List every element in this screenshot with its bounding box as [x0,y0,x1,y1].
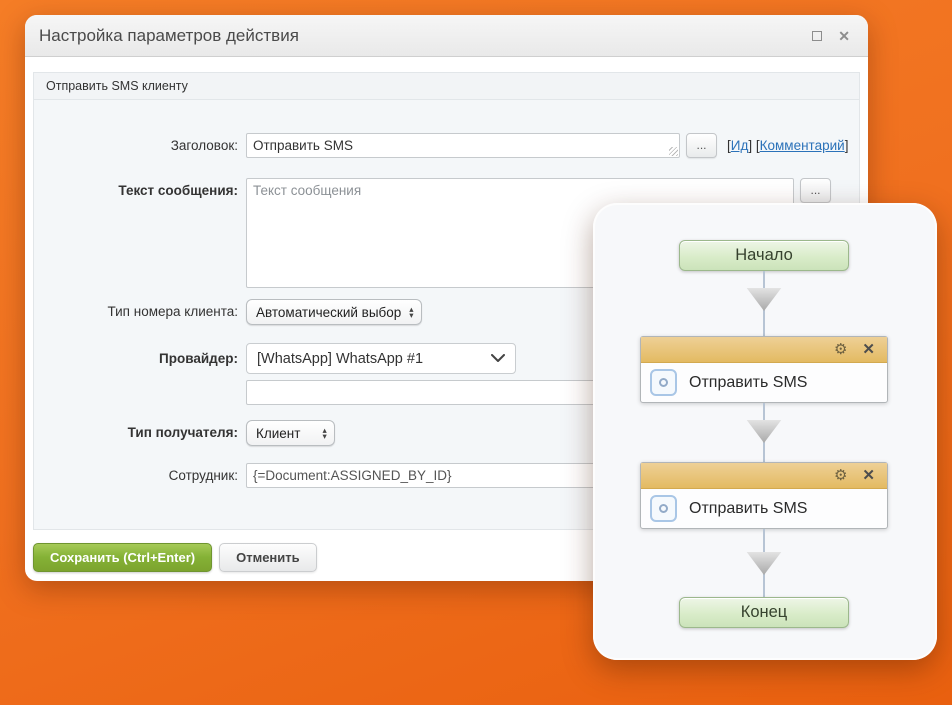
recipient-type-label: Тип получателя: [34,420,246,445]
flow-arrow-icon [746,420,782,443]
title-label: Заголовок: [34,133,246,158]
recipient-type-row: Тип получателя: Клиент ▴▾ [34,420,335,446]
stepper-icon: ▴▾ [322,427,326,440]
title-input[interactable] [246,133,680,158]
title-row: Заголовок: ... [Ид] [Комментарий] [34,133,848,158]
gear-icon[interactable]: ⚙ [834,342,847,357]
message-more-button[interactable]: ... [800,178,831,203]
id-link[interactable]: Ид [731,138,749,153]
delete-icon[interactable]: ✕ [862,342,875,357]
flow-block-body: Отправить SMS [641,363,887,396]
flow-action-block[interactable]: ⚙ ✕ Отправить SMS [640,336,888,403]
flow-block-label: Отправить SMS [689,500,807,518]
flow-end-node[interactable]: Конец [679,597,849,628]
provider-value: [WhatsApp] WhatsApp #1 [257,351,423,367]
provider-extra-row [34,380,666,405]
save-button[interactable]: Сохранить (Ctrl+Enter) [33,543,212,572]
resize-grip-icon[interactable] [669,147,678,156]
title-more-button[interactable]: ... [686,133,717,158]
flow-block-label: Отправить SMS [689,374,807,392]
delete-icon[interactable]: ✕ [862,468,875,483]
title-links: [Ид] [Комментарий] [727,133,848,158]
sms-activity-icon [650,495,677,522]
flow-start-label: Начало [735,246,793,265]
recipient-type-select[interactable]: Клиент ▴▾ [246,420,335,446]
action-section-header: Отправить SMS клиенту [33,72,860,100]
provider-row: Провайдер: [WhatsApp] WhatsApp #1 [34,343,516,374]
close-icon[interactable]: ✕ [838,29,850,43]
chevron-down-icon [491,354,505,363]
number-type-row: Тип номера клиента: Автоматический выбор… [34,299,422,325]
gear-icon[interactable]: ⚙ [834,468,847,483]
cancel-button[interactable]: Отменить [219,543,317,572]
flow-block-header: ⚙ ✕ [641,337,887,363]
number-type-label: Тип номера клиента: [34,299,246,324]
flow-action-block[interactable]: ⚙ ✕ Отправить SMS [640,462,888,529]
bracket-close: ] [748,138,752,153]
window-controls: ✕ [812,29,850,43]
dialog-title: Настройка параметров действия [39,26,299,46]
provider-select[interactable]: [WhatsApp] WhatsApp #1 [246,343,516,374]
provider-label: Провайдер: [34,343,246,374]
flow-start-node[interactable]: Начало [679,240,849,271]
flow-arrow-icon [746,288,782,311]
bracket-close: ] [845,138,849,153]
number-type-select[interactable]: Автоматический выбор ▴▾ [246,299,422,325]
action-section-title: Отправить SMS клиенту [46,79,188,93]
title-field-wrap [246,133,680,158]
flow-block-body: Отправить SMS [641,489,887,522]
dialog-footer: Сохранить (Ctrl+Enter) Отменить [33,543,317,572]
restore-icon[interactable] [812,31,822,41]
employee-row: Сотрудник: [34,463,666,488]
flow-block-header: ⚙ ✕ [641,463,887,489]
flow-arrow-icon [746,552,782,575]
sms-activity-icon [650,369,677,396]
recipient-type-value: Клиент [256,426,300,441]
flow-end-label: Конец [741,603,788,622]
number-type-value: Автоматический выбор [256,305,401,320]
message-label: Текст сообщения: [34,178,246,203]
stepper-icon: ▴▾ [409,306,413,319]
comment-link[interactable]: Комментарий [760,138,845,153]
workflow-designer-card: Начало ⚙ ✕ Отправить SMS ⚙ ✕ Отправить S… [593,203,937,660]
employee-label: Сотрудник: [34,463,246,488]
dialog-titlebar: Настройка параметров действия ✕ [25,15,868,57]
